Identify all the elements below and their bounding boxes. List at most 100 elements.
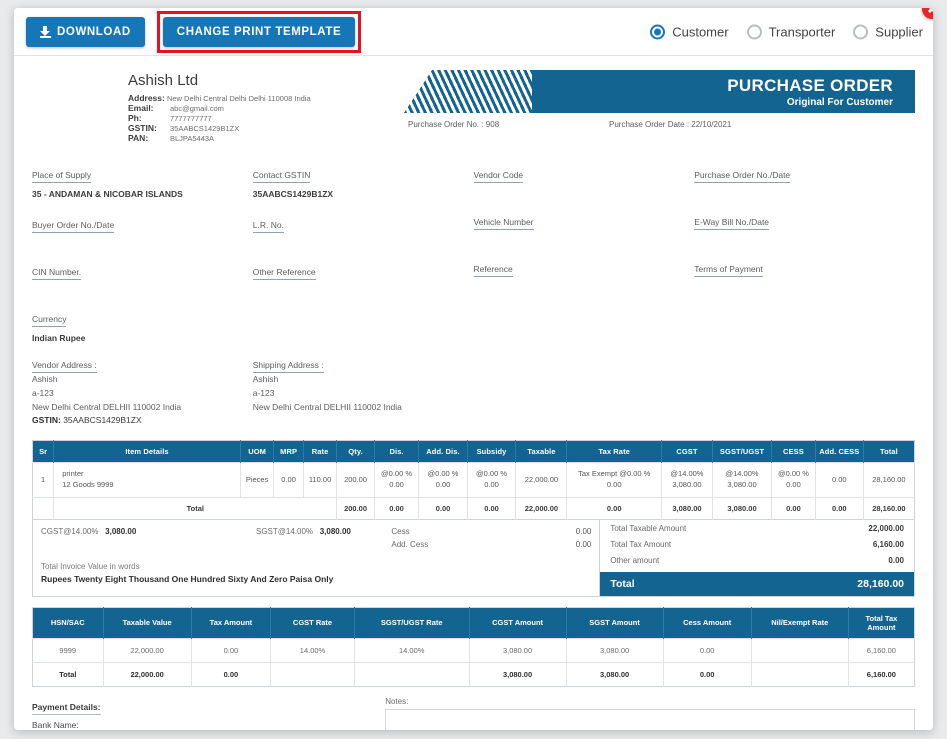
download-button[interactable]: DOWNLOAD [26,16,145,47]
grand-total-label: Total [610,577,635,590]
hsn-col-totaltax: Total Tax Amount [848,607,915,639]
invoice-words-label: Total Invoice Value in words [41,561,140,571]
item-desc: 12 Goods 9999 [62,479,114,489]
notes-label: Notes: [385,696,409,706]
add-cess-label: Add. Cess [391,539,429,549]
field-col-1: Place of Supply 35 - ANDAMAN & NICOBAR I… [32,165,253,359]
field-col-4: Purchase Order No./Date E-Way Bill No./D… [694,165,915,359]
hsn-total-3 [270,661,355,687]
field-col-3: Vendor Code Vehicle Number Reference [473,165,695,359]
items-total-taxrate: 0.00 [566,496,662,520]
hsn-header-row: HSN/SAC Taxable Value Tax Amount CGST Ra… [32,607,915,639]
document-meta: Purchase Order No. : 908 Purchase Order … [404,120,915,129]
shipping-address-block: Shipping Address : Ashish a-123 New Delh… [252,355,474,428]
field-vendor-code: Vendor Code [473,165,685,196]
field-reference: Reference [473,259,685,290]
radio-customer-dot[interactable] [650,24,666,39]
field-eway-bill: E-Way Bill No./Date [694,212,905,243]
hsn-total-4 [354,661,470,687]
total-blank-sr [32,496,55,520]
col-qty: Qty. [336,440,375,463]
hsn-table: HSN/SAC Taxable Value Tax Amount CGST Ra… [32,606,915,687]
grand-total-value: 28,160.00 [857,577,904,590]
vendor-address-line1: Ashish [32,374,58,384]
address-grid: Vendor Address : Ashish a-123 New Delhi … [32,355,915,428]
radio-supplier-dot[interactable] [853,24,869,39]
cell-adddis-pct: @0.00 % [427,469,459,479]
items-table: Sr Item Details UOM MRP Rate Qty. Dis. A… [32,440,915,520]
field-place-of-supply-label: Place of Supply [32,170,92,183]
vendor-address-line2: a-123 [32,387,54,398]
cell-sgst: @14.00% 3,080.00 [712,462,773,498]
hsn-col-taxamount: Tax Amount [191,607,272,639]
notes-block: Notes: [385,697,915,730]
items-total-dis: 0.00 [374,496,420,520]
radio-customer[interactable]: Customer [650,24,729,39]
items-total-cess: 0.00 [771,496,816,520]
hsn-cell-4: 14.00% [354,637,470,663]
items-total-sgst: 3,080.00 [712,496,773,520]
col-rate: Rate [303,440,338,463]
field-col-2: Contact GSTIN 35AABCS1429B1ZX L.R. No. O… [252,165,474,359]
cell-adddis: @0.00 % 0.00 [418,462,468,498]
item-name: printer [62,469,84,479]
vendor-address-gstin: GSTIN: 35AABCS1429B1ZX [32,414,243,428]
document-subtitle: Original For Customer [786,96,893,108]
hsn-cell-9: 6,160.00 [848,637,915,663]
field-place-of-supply-value: 35 - ANDAMAN & NICOBAR ISLANDS [32,189,183,199]
radio-supplier-label: Supplier [875,24,923,39]
stripe-decoration [404,70,532,113]
cell-sgst-amt: 3,080.00 [727,479,757,489]
cell-dis-amt: 0.00 [389,479,404,489]
hsn-col-hsnsac: HSN/SAC [32,607,104,639]
company-address-value: New Delhi Central Delhi Delhi 110008 Ind… [166,94,311,103]
radio-supplier[interactable]: Supplier [853,24,923,39]
company-gstin: GSTIN: 35AABCS1429B1ZX [128,123,404,133]
cell-dis: @0.00 % 0.00 [374,462,420,498]
cell-taxable: 22,000.00 [515,462,568,498]
po-date: Purchase Order Date : 22/10/2021 [609,120,732,129]
field-buyer-order: Buyer Order No./Date [32,215,243,246]
hsn-total-2: 0.00 [191,661,272,687]
cell-subsidy-pct: @0.00 % [476,469,507,479]
document-banner: PURCHASE ORDER Original For Customer [404,70,915,113]
add-cess-value: 0.00 [575,539,592,549]
col-total: Total [863,440,915,463]
field-lr-no: L.R. No. [252,215,464,246]
radio-transporter-dot[interactable] [746,24,762,39]
po-number: Purchase Order No. : 908 [408,120,500,129]
cgst-rate-label: CGST@14.00% [41,526,99,536]
document-title: PURCHASE ORDER [727,75,893,95]
purchase-order-document: Ashish Ltd Address: New Delhi Central De… [14,56,933,730]
notes-input[interactable] [385,708,915,730]
field-eway-bill-label: E-Way Bill No./Date [694,217,770,230]
cell-cgst-pct: @14.00% [670,469,704,479]
cell-dis-pct: @0.00 % [381,469,413,479]
change-print-template-button[interactable]: CHANGE PRINT TEMPLATE [162,16,356,47]
company-email-value: abc@gmail.com [170,104,224,113]
hsn-total-0: Total [32,661,104,687]
radio-transporter[interactable]: Transporter [746,24,835,39]
company-gstin-value: 35AABCS1429B1ZX [170,124,240,133]
col-sr: Sr [32,440,55,463]
hsn-cell-5: 3,080.00 [469,637,567,663]
company-email-label: Email: [128,103,154,113]
field-currency-value: Indian Rupee [32,333,86,343]
field-currency-label: Currency [32,314,67,327]
col-item: Item Details [53,440,241,463]
items-table-header-row: Sr Item Details UOM MRP Rate Qty. Dis. A… [32,440,915,463]
tax-summary-left: CGST@14.00% 3,080.00 SGST@14.00% 3,080.0… [33,519,601,596]
company-pan-label: PAN: [128,133,149,143]
hsn-cell-8 [751,637,849,663]
items-total-addcess: 0.00 [815,496,864,520]
cell-taxrate-pct: Tax Exempt @0.00 % [578,469,651,479]
hsn-cell-2: 0.00 [191,637,272,663]
other-amount-row: Other amount 0.00 [600,552,914,568]
cell-cess-pct: @0.00 % [777,469,809,479]
invoice-words-value: Rupees Twenty Eight Thousand One Hundred… [41,573,334,584]
total-tax-label: Total Tax Amount [610,539,672,549]
hsn-total-9: 6,160.00 [848,661,915,687]
cell-uom: Pieces [240,462,275,498]
cell-sgst-pct: @14.00% [725,469,759,479]
cell-sr: 1 [32,462,55,498]
